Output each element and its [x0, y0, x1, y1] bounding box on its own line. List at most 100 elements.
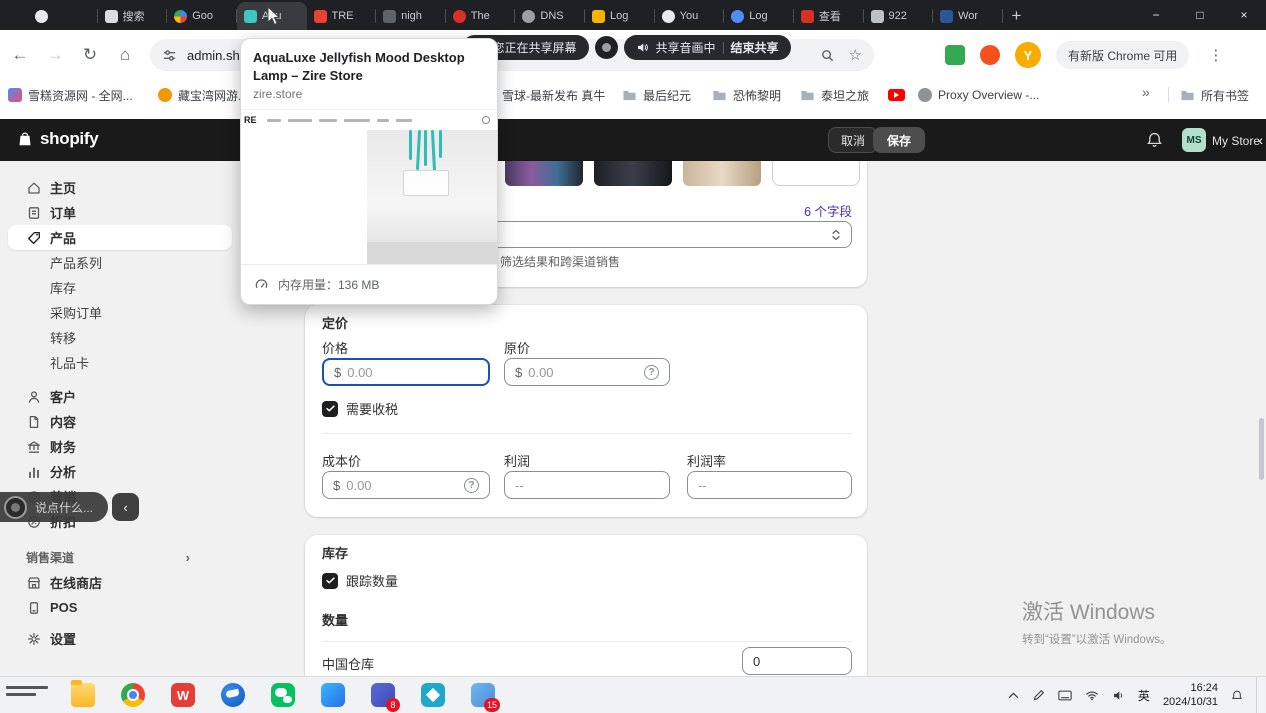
bookmark-item[interactable]: 藏宝湾网游... [158, 84, 248, 106]
input-language-indicator[interactable]: 英 [1138, 687, 1150, 704]
sidebar-item-pos[interactable]: POS [8, 595, 232, 620]
volume-icon[interactable] [1112, 689, 1125, 702]
sidebar-item-purchase-orders[interactable]: 采购订单 [8, 300, 232, 325]
site-info-icon[interactable] [162, 48, 177, 63]
sidebar-section-sales-channels[interactable]: 销售渠道› [8, 545, 232, 570]
browser-menu-icon[interactable]: ⋮ [1204, 46, 1227, 64]
sidebar-item-finance[interactable]: 财务 [8, 434, 232, 459]
bookmark-item-youtube[interactable] [888, 84, 905, 106]
share-indicator-badge[interactable] [595, 36, 618, 59]
browser-tab-7[interactable]: The [446, 2, 516, 30]
reload-icon[interactable]: ↻ [80, 45, 100, 65]
side-panel-collapse-icon[interactable]: ‹ [1258, 132, 1263, 148]
checkbox-checked-icon[interactable] [322, 573, 338, 589]
add-media-box[interactable] [772, 161, 860, 186]
sidebar-item-home[interactable]: 主页 [8, 175, 232, 200]
sidebar-item-products[interactable]: 产品 [8, 225, 232, 250]
sidebar-item-online-store[interactable]: 在线商店 [8, 570, 232, 595]
sidebar-item-analytics[interactable]: 分析 [8, 459, 232, 484]
help-icon[interactable]: ? [644, 365, 659, 380]
metafields-link[interactable]: 6 个字段 [804, 201, 852, 220]
extension-icon-green[interactable] [945, 45, 965, 65]
browser-tab-11[interactable]: Log [724, 2, 794, 30]
browser-tab-8[interactable]: DNS [515, 2, 585, 30]
taskbar-app-badge-15[interactable]: 15 [458, 677, 508, 713]
new-tab-button[interactable]: + [1003, 2, 1030, 30]
bookmark-star-icon[interactable]: ☆ [849, 46, 862, 64]
charge-tax-checkbox-row[interactable]: 需要收税 [322, 399, 398, 418]
chrome-update-chip[interactable]: 有新版 Chrome 可用 [1056, 41, 1189, 69]
taskbar-widget[interactable] [0, 677, 58, 713]
tray-expand-icon[interactable] [1008, 692, 1019, 699]
close-button[interactable]: × [1222, 0, 1266, 30]
browser-tab-9[interactable]: Log [585, 2, 655, 30]
taskbar-app-blue[interactable] [308, 677, 358, 713]
profile-avatar[interactable]: Y [1015, 42, 1041, 68]
sidebar-item-collections[interactable]: 产品系列 [8, 250, 232, 275]
sidebar-item-settings[interactable]: 设置 [8, 626, 232, 651]
browser-tab-6[interactable]: nigh [376, 2, 446, 30]
notifications-bell-icon[interactable] [1146, 131, 1163, 149]
save-button[interactable]: 保存 [873, 127, 925, 153]
taskbar-photos[interactable] [408, 677, 458, 713]
bookmarks-overflow-icon[interactable]: » [1142, 84, 1150, 100]
product-thumbnail[interactable] [505, 161, 583, 186]
notification-center-icon[interactable] [1231, 689, 1243, 702]
bookmark-folder[interactable]: 恐怖黎明 [712, 84, 781, 106]
taskbar-app-badge-8[interactable]: 8 [358, 677, 408, 713]
product-thumbnail[interactable] [683, 161, 761, 186]
browser-tab-14[interactable]: Wor [933, 2, 1003, 30]
track-quantity-checkbox-row[interactable]: 跟踪数量 [322, 571, 398, 590]
cancel-button[interactable]: 取消 [828, 127, 878, 153]
minimize-button[interactable]: − [1134, 0, 1178, 30]
taskbar-wps[interactable]: W [158, 677, 208, 713]
browser-tab-3[interactable]: Goo [167, 2, 237, 30]
chevron-right-icon[interactable]: › [186, 550, 190, 565]
quantity-input[interactable]: 0 [742, 647, 852, 675]
product-thumbnail[interactable] [594, 161, 672, 186]
maximize-button[interactable]: □ [1178, 0, 1222, 30]
profit-input[interactable]: -- [504, 471, 670, 499]
sidebar-item-orders[interactable]: 订单 [8, 200, 232, 225]
shopify-logo[interactable]: shopify [16, 129, 98, 149]
home-icon[interactable]: ⌂ [115, 45, 135, 65]
bookmark-folder[interactable]: 泰坦之旅 [800, 84, 869, 106]
browser-tab-5[interactable]: TRE [307, 2, 377, 30]
compare-at-price-input[interactable]: $ 0.00 ? [504, 358, 670, 386]
browser-tab-10[interactable]: You [655, 2, 725, 30]
extension-icon-orange[interactable] [980, 45, 1000, 65]
taskbar-clock[interactable]: 16:24 2024/10/31 [1163, 681, 1218, 710]
zoom-icon[interactable] [820, 48, 835, 63]
cost-input[interactable]: $ 0.00 ? [322, 471, 490, 499]
browser-tab-13[interactable]: 922 [864, 2, 934, 30]
show-desktop-strip[interactable] [1256, 677, 1260, 713]
wifi-icon[interactable] [1085, 690, 1099, 701]
sidebar-item-content[interactable]: 内容 [8, 409, 232, 434]
touch-keyboard-icon[interactable] [1058, 690, 1072, 701]
stop-sharing-button[interactable]: 结束共享 [731, 39, 779, 56]
checkbox-checked-icon[interactable] [322, 401, 338, 417]
taskbar-thunderbird[interactable] [208, 677, 258, 713]
page-scrollbar[interactable] [1259, 418, 1264, 480]
sidebar-item-gift-cards[interactable]: 礼品卡 [8, 350, 232, 375]
margin-input[interactable]: -- [687, 471, 852, 499]
bookmark-item[interactable]: 雪糕资源网 - 全网... [8, 84, 133, 106]
forward-icon[interactable]: → [45, 45, 65, 65]
pen-icon[interactable] [1032, 689, 1045, 702]
taskbar-wechat[interactable] [258, 677, 308, 713]
browser-tab-2[interactable]: 搜索 [98, 2, 168, 30]
browser-tab-1[interactable] [28, 2, 98, 30]
taskbar-chrome[interactable] [108, 677, 158, 713]
store-avatar[interactable]: MS [1182, 128, 1206, 152]
back-icon[interactable]: ← [10, 45, 30, 65]
sidebar-item-customers[interactable]: 客户 [8, 384, 232, 409]
sidebar-item-inventory[interactable]: 库存 [8, 275, 232, 300]
bookmark-item[interactable]: 雪球-最新发布 真牛... [482, 84, 606, 106]
price-input[interactable]: $ 0.00 [322, 358, 490, 386]
chat-input[interactable]: 说点什么... [0, 492, 108, 522]
chat-collapse-button[interactable]: ‹ [112, 493, 139, 521]
help-icon[interactable]: ? [464, 478, 479, 493]
browser-tab-12[interactable]: 查看 [794, 2, 864, 30]
all-bookmarks-folder[interactable]: 所有书签 [1180, 84, 1249, 106]
taskbar-file-explorer[interactable] [58, 677, 108, 713]
